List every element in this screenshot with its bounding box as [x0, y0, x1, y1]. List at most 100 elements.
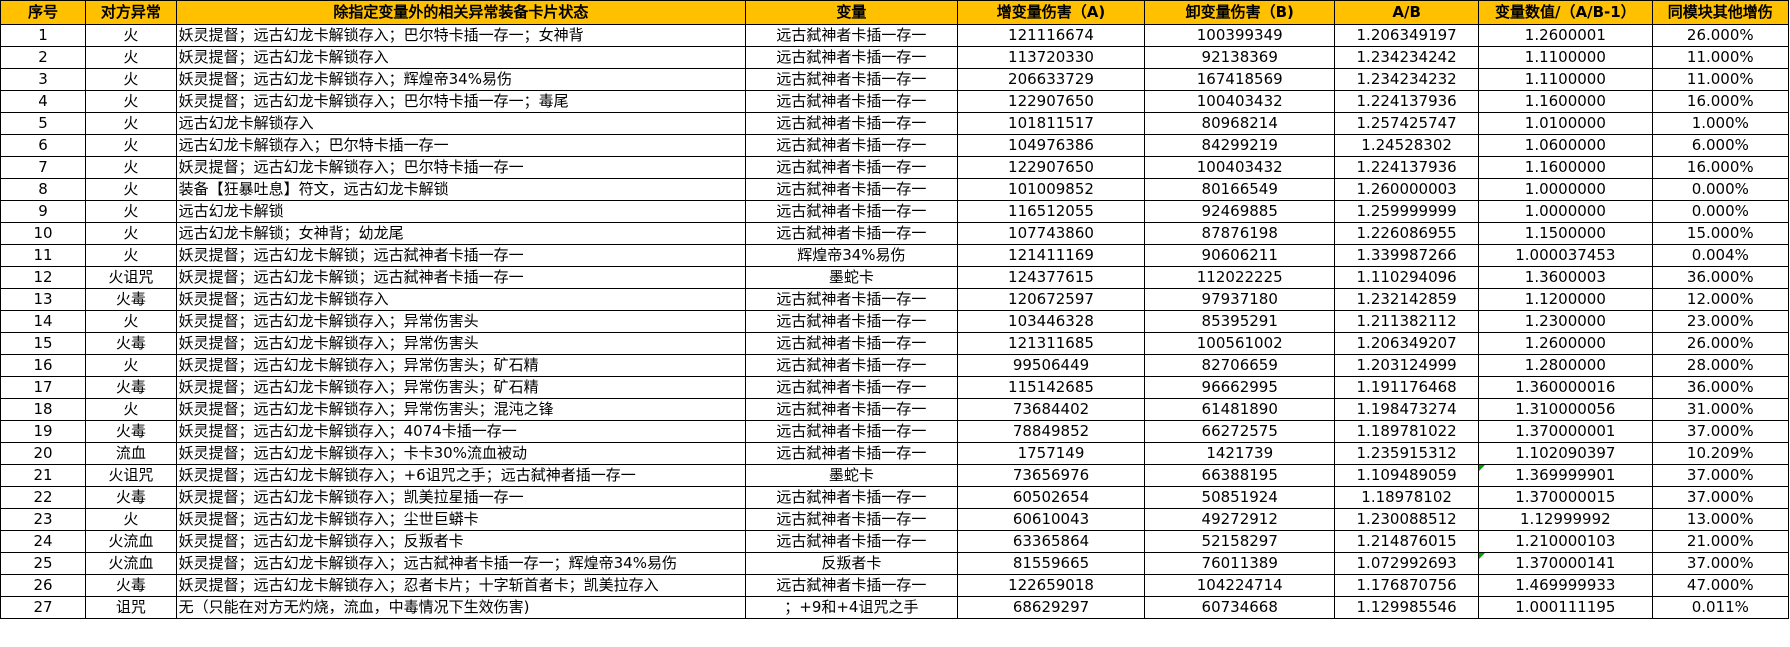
cell-other-bonus[interactable]: 0.000%: [1651, 200, 1790, 223]
cell-ratio-ab[interactable]: 1.072992693: [1334, 552, 1480, 575]
cell-ratio-ab[interactable]: 1.224137936: [1334, 90, 1480, 113]
cell-ratio-ab[interactable]: 1.203124999: [1334, 354, 1480, 377]
cell-damage-b[interactable]: 100561002: [1144, 332, 1336, 355]
cell-anomaly[interactable]: 火: [85, 354, 177, 377]
cell-damage-b[interactable]: 80968214: [1144, 112, 1336, 135]
header-cell-ratio-ab[interactable]: A/B: [1334, 0, 1480, 25]
cell-damage-b[interactable]: 52158297: [1144, 530, 1336, 553]
cell-ratio-ab[interactable]: 1.191176468: [1334, 376, 1480, 399]
cell-damage-b[interactable]: 100403432: [1144, 156, 1336, 179]
cell-anomaly[interactable]: 火: [85, 200, 177, 223]
cell-anomaly[interactable]: 火毒: [85, 288, 177, 311]
cell-variable[interactable]: 远古弑神者卡插一存一: [745, 112, 958, 135]
cell-variable-value[interactable]: 1.210000103: [1478, 530, 1653, 553]
cell-state[interactable]: 妖灵提督；远古幻龙卡解锁存入；异常伤害头；矿石精: [175, 354, 747, 377]
cell-anomaly[interactable]: 火毒: [85, 486, 177, 509]
cell-anomaly[interactable]: 流血: [85, 442, 177, 465]
cell-damage-b[interactable]: 66388195: [1144, 464, 1336, 487]
cell-anomaly[interactable]: 火: [85, 68, 177, 91]
cell-index[interactable]: 12: [0, 266, 87, 289]
cell-other-bonus[interactable]: 23.000%: [1651, 310, 1790, 333]
cell-damage-b[interactable]: 82706659: [1144, 354, 1336, 377]
cell-damage-b[interactable]: 87876198: [1144, 222, 1336, 245]
cell-variable-value[interactable]: 1.1600000: [1478, 90, 1653, 113]
cell-anomaly[interactable]: 火流血: [85, 552, 177, 575]
cell-other-bonus[interactable]: 36.000%: [1651, 266, 1790, 289]
cell-state[interactable]: 妖灵提督；远古幻龙卡解锁存入；异常伤害头: [175, 332, 747, 355]
cell-damage-a[interactable]: 1757149: [956, 442, 1146, 465]
cell-damage-a[interactable]: 78849852: [956, 420, 1146, 443]
cell-state[interactable]: 无（只能在对方无灼烧，流血，中毒情况下生效伤害): [175, 596, 747, 619]
cell-variable[interactable]: 远古弑神者卡插一存一: [745, 24, 958, 47]
cell-ratio-ab[interactable]: 1.24528302: [1334, 134, 1480, 157]
cell-state[interactable]: 远古幻龙卡解锁；女神背；幼龙尾: [175, 222, 747, 245]
cell-damage-b[interactable]: 92469885: [1144, 200, 1336, 223]
cell-variable-value[interactable]: 1.12999992: [1478, 508, 1653, 531]
cell-damage-b[interactable]: 100403432: [1144, 90, 1336, 113]
cell-damage-b[interactable]: 80166549: [1144, 178, 1336, 201]
cell-damage-a[interactable]: 107743860: [956, 222, 1146, 245]
cell-damage-a[interactable]: 99506449: [956, 354, 1146, 377]
cell-variable-value[interactable]: 1.0100000: [1478, 112, 1653, 135]
cell-variable-value[interactable]: 1.102090397: [1478, 442, 1653, 465]
cell-variable-value[interactable]: 1.000111195: [1478, 596, 1653, 619]
cell-state[interactable]: 妖灵提督；远古幻龙卡解锁存入: [175, 46, 747, 69]
cell-anomaly[interactable]: 火: [85, 178, 177, 201]
cell-other-bonus[interactable]: 0.000%: [1651, 178, 1790, 201]
cell-variable-value[interactable]: 1.369999901: [1478, 464, 1653, 487]
cell-variable-value[interactable]: 1.370000001: [1478, 420, 1653, 443]
cell-variable[interactable]: 远古弑神者卡插一存一: [745, 420, 958, 443]
cell-ratio-ab[interactable]: 1.259999999: [1334, 200, 1480, 223]
cell-other-bonus[interactable]: 13.000%: [1651, 508, 1790, 531]
cell-ratio-ab[interactable]: 1.189781022: [1334, 420, 1480, 443]
cell-anomaly[interactable]: 火毒: [85, 420, 177, 443]
cell-state[interactable]: 妖灵提督；远古幻龙卡解锁存入；异常伤害头；混沌之锋: [175, 398, 747, 421]
cell-variable-value[interactable]: 1.370000015: [1478, 486, 1653, 509]
cell-damage-a[interactable]: 104976386: [956, 134, 1146, 157]
cell-ratio-ab[interactable]: 1.234234232: [1334, 68, 1480, 91]
cell-other-bonus[interactable]: 15.000%: [1651, 222, 1790, 245]
cell-variable-value[interactable]: 1.1200000: [1478, 288, 1653, 311]
cell-damage-a[interactable]: 103446328: [956, 310, 1146, 333]
cell-index[interactable]: 2: [0, 46, 87, 69]
cell-damage-a[interactable]: 116512055: [956, 200, 1146, 223]
cell-other-bonus[interactable]: 36.000%: [1651, 376, 1790, 399]
cell-ratio-ab[interactable]: 1.206349207: [1334, 332, 1480, 355]
cell-variable[interactable]: 远古弑神者卡插一存一: [745, 442, 958, 465]
cell-variable[interactable]: 远古弑神者卡插一存一: [745, 46, 958, 69]
cell-state[interactable]: 远古幻龙卡解锁存入: [175, 112, 747, 135]
cell-variable[interactable]: 远古弑神者卡插一存一: [745, 134, 958, 157]
cell-variable[interactable]: 远古弑神者卡插一存一: [745, 222, 958, 245]
header-cell-anomaly[interactable]: 对方异常: [85, 0, 177, 25]
cell-other-bonus[interactable]: 0.011%: [1651, 596, 1790, 619]
cell-damage-a[interactable]: 73656976: [956, 464, 1146, 487]
cell-state[interactable]: 妖灵提督；远古幻龙卡解锁存入；巴尔特卡插一存一: [175, 156, 747, 179]
cell-variable[interactable]: 远古弑神者卡插一存一: [745, 376, 958, 399]
cell-index[interactable]: 7: [0, 156, 87, 179]
cell-damage-a[interactable]: 68629297: [956, 596, 1146, 619]
cell-ratio-ab[interactable]: 1.18978102: [1334, 486, 1480, 509]
cell-anomaly[interactable]: 火毒: [85, 574, 177, 597]
cell-damage-b[interactable]: 76011389: [1144, 552, 1336, 575]
cell-index[interactable]: 25: [0, 552, 87, 575]
cell-variable[interactable]: 远古弑神者卡插一存一: [745, 398, 958, 421]
cell-anomaly[interactable]: 火: [85, 46, 177, 69]
cell-other-bonus[interactable]: 6.000%: [1651, 134, 1790, 157]
cell-variable-value[interactable]: 1.360000016: [1478, 376, 1653, 399]
cell-index[interactable]: 26: [0, 574, 87, 597]
header-cell-index[interactable]: 序号: [0, 0, 87, 25]
cell-other-bonus[interactable]: 37.000%: [1651, 464, 1790, 487]
cell-damage-b[interactable]: 97937180: [1144, 288, 1336, 311]
cell-ratio-ab[interactable]: 1.198473274: [1334, 398, 1480, 421]
cell-ratio-ab[interactable]: 1.235915312: [1334, 442, 1480, 465]
cell-other-bonus[interactable]: 0.004%: [1651, 244, 1790, 267]
cell-variable[interactable]: 远古弑神者卡插一存一: [745, 574, 958, 597]
cell-ratio-ab[interactable]: 1.109489059: [1334, 464, 1480, 487]
cell-damage-b[interactable]: 96662995: [1144, 376, 1336, 399]
cell-variable-value[interactable]: 1.2600000: [1478, 332, 1653, 355]
cell-index[interactable]: 15: [0, 332, 87, 355]
cell-anomaly[interactable]: 诅咒: [85, 596, 177, 619]
cell-damage-a[interactable]: 206633729: [956, 68, 1146, 91]
cell-damage-a[interactable]: 60610043: [956, 508, 1146, 531]
cell-damage-a[interactable]: 122659018: [956, 574, 1146, 597]
